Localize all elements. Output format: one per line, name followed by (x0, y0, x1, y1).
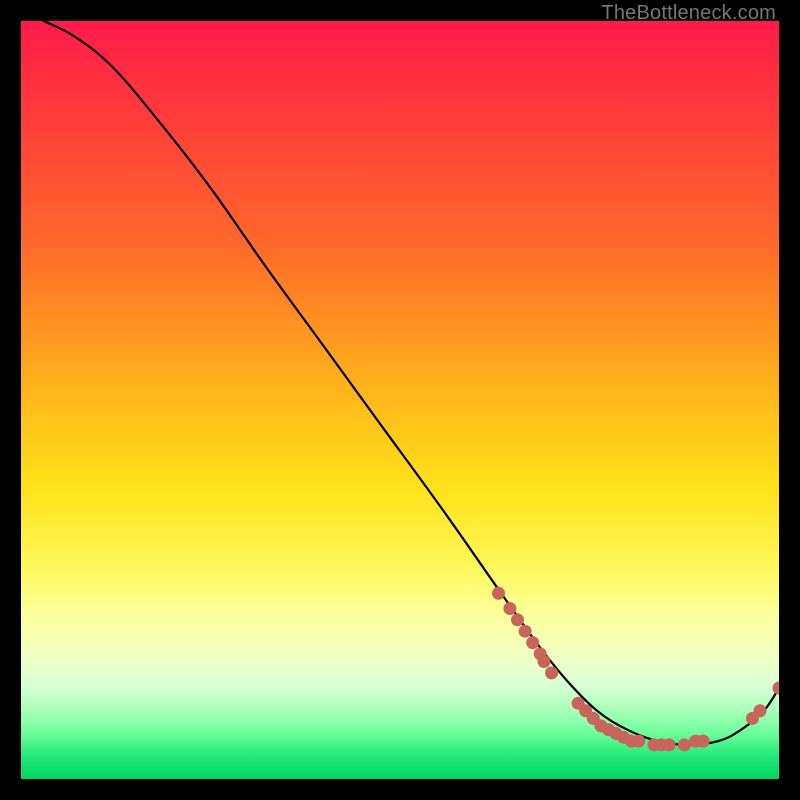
curve-marker (503, 602, 516, 615)
curve-marker (663, 738, 676, 751)
curve-marker (632, 735, 645, 748)
curve-marker (492, 587, 505, 600)
chart-svg (21, 21, 779, 779)
curve-marker (754, 704, 767, 717)
curve-marker (519, 625, 532, 638)
chart-frame: TheBottleneck.com (0, 0, 800, 800)
watermark-label: TheBottleneck.com (601, 2, 776, 25)
curve-marker (511, 613, 524, 626)
curve-marker (545, 666, 558, 679)
curve-marker (773, 682, 780, 695)
curve-marker (697, 735, 710, 748)
curve-marker (526, 636, 539, 649)
bottleneck-curve (44, 21, 779, 745)
curve-marker (678, 738, 691, 751)
curve-markers (492, 587, 779, 752)
curve-marker (538, 655, 551, 668)
